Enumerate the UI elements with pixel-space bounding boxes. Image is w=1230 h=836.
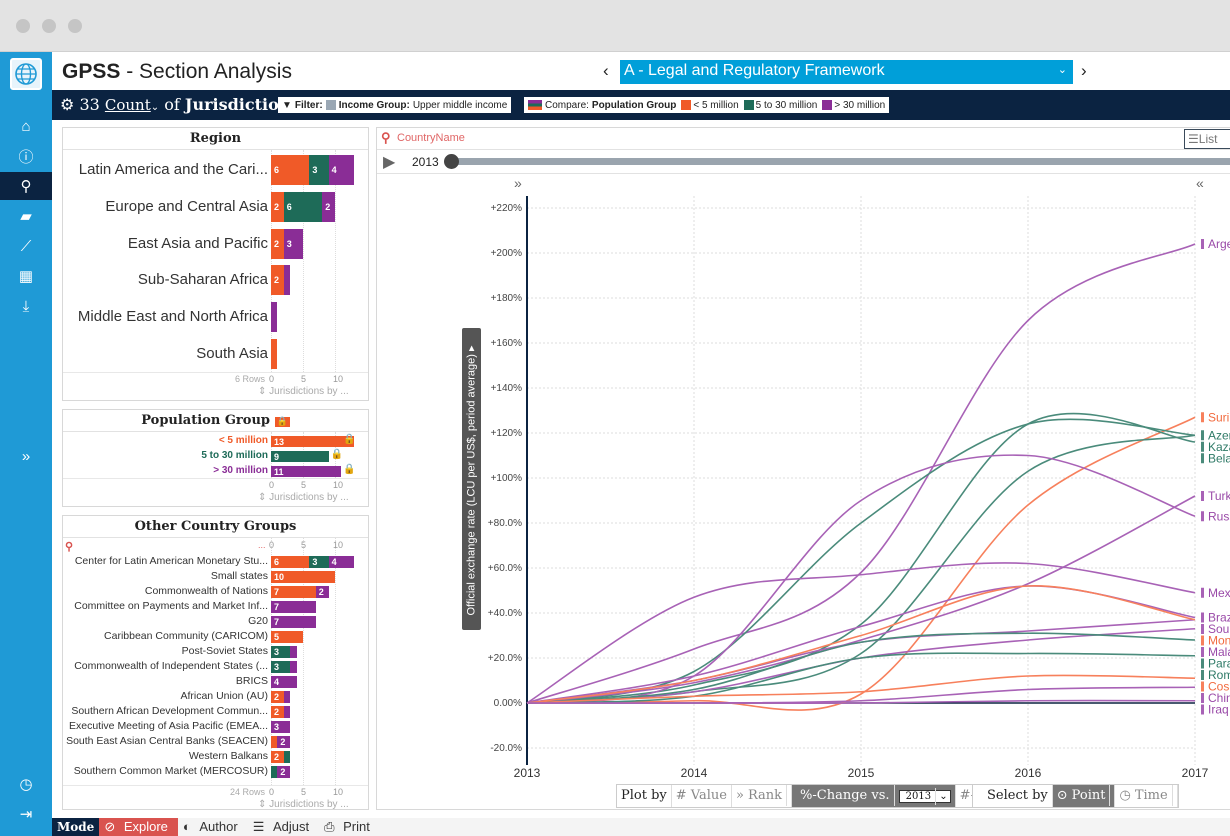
x-tick-label: 2015 bbox=[848, 766, 875, 780]
y-tick-label: -20.0% bbox=[490, 743, 522, 754]
y-tick-label: +100% bbox=[491, 473, 523, 484]
mode-adjust-button[interactable]: ☰ Adjust bbox=[248, 818, 319, 836]
series-label-marker bbox=[1201, 612, 1204, 623]
x-tick-label: 2016 bbox=[1015, 766, 1042, 780]
select-point-button[interactable]: ⊙ Point bbox=[1052, 785, 1116, 807]
x-tick-label: 2014 bbox=[681, 766, 708, 780]
y-tick-label: +80.0% bbox=[488, 518, 522, 529]
series-label-marker bbox=[1201, 430, 1204, 441]
series-label[interactable]: Mex bbox=[1208, 586, 1230, 600]
mode-author-button[interactable]: ◐ Author bbox=[178, 818, 248, 836]
y-tick-label: 0.00% bbox=[494, 698, 522, 709]
mode-label: Mode bbox=[52, 818, 100, 836]
y-tick-label: +180% bbox=[491, 293, 523, 304]
series-label[interactable]: Arge bbox=[1208, 237, 1230, 251]
series-label-marker bbox=[1201, 511, 1204, 522]
series-label-marker bbox=[1201, 491, 1204, 501]
series-label-marker bbox=[1201, 670, 1204, 680]
series-label-marker bbox=[1201, 681, 1204, 692]
select-time-button[interactable]: ◷ Time bbox=[1115, 785, 1178, 807]
line-chart: +220% +200% +180% +160% +140% +120% +100% +80.0… bbox=[488, 196, 1230, 780]
series-label[interactable]: Russ bbox=[1208, 509, 1230, 523]
series-label-marker bbox=[1201, 239, 1204, 249]
series-label[interactable]: Suri bbox=[1208, 410, 1229, 424]
y-tick-label: +220% bbox=[491, 203, 523, 214]
series-label-marker bbox=[1201, 441, 1204, 452]
x-tick-label: 2017 bbox=[1182, 766, 1209, 780]
x-tick-label: 2013 bbox=[514, 766, 541, 780]
select-controls: Select by ⊙ Point ◷ Time bbox=[972, 784, 1179, 808]
series-label-marker bbox=[1201, 587, 1204, 598]
plot-by-label: Plot by bbox=[617, 785, 672, 807]
plot-value-button[interactable]: # Value bbox=[672, 785, 732, 807]
plot-controls: Plot by # Value » Rank %-Change vs. 2013 … bbox=[616, 784, 1032, 808]
series-label-marker bbox=[1201, 693, 1204, 703]
y-tick-label: +60.0% bbox=[488, 563, 522, 574]
mode-explore-button[interactable]: ⊘ Explore bbox=[99, 818, 178, 836]
series-label-marker bbox=[1201, 453, 1204, 464]
y-tick-label: +40.0% bbox=[488, 608, 522, 619]
series-label-marker bbox=[1201, 704, 1204, 715]
series-label-marker bbox=[1201, 658, 1204, 669]
mode-print-button[interactable]: ⎙ Print bbox=[319, 818, 380, 836]
y-tick-label: +20.0% bbox=[488, 653, 522, 664]
pct-year-select[interactable]: 2013 ⌄ bbox=[898, 788, 951, 805]
mode-bar: Mode ⊘ Explore ◐ Author ☰ Adjust ⎙ Print bbox=[52, 818, 1230, 836]
series-label-marker bbox=[1201, 624, 1204, 634]
select-by-label: Select by bbox=[973, 785, 1053, 807]
series-label[interactable]: Bela bbox=[1208, 451, 1230, 465]
series-label-marker bbox=[1201, 412, 1204, 423]
plot-pct-change-button[interactable]: %-Change vs. 2013 ⌄ bbox=[792, 785, 956, 807]
plot-rank-button[interactable]: » Rank bbox=[732, 785, 793, 807]
series-label[interactable]: Turk bbox=[1208, 489, 1230, 503]
series-label-marker bbox=[1201, 647, 1204, 657]
series-label[interactable]: Iraq bbox=[1208, 703, 1229, 717]
y-tick-label: +120% bbox=[491, 428, 523, 439]
y-tick-label: +140% bbox=[491, 383, 523, 394]
y-tick-label: +160% bbox=[491, 338, 523, 349]
y-tick-label: +200% bbox=[491, 248, 523, 259]
series-label-marker bbox=[1201, 635, 1204, 646]
